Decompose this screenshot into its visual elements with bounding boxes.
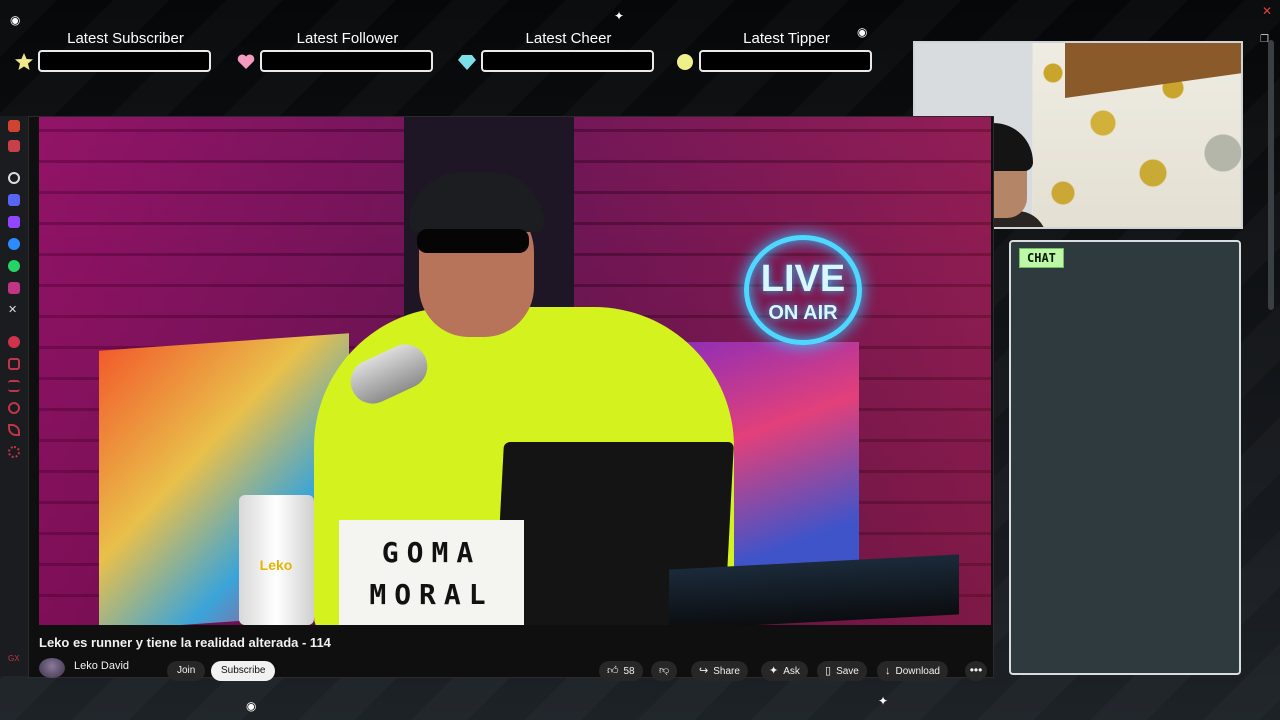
chat-panel[interactable]: CHAT [1009,240,1241,675]
download-button[interactable]: ↓ Download [877,661,948,681]
share-icon: ↪ [699,665,709,677]
heart-icon [236,52,256,72]
spotify-icon[interactable] [8,336,20,348]
medium-icon[interactable] [8,140,20,152]
scrollbar[interactable] [1268,40,1274,310]
threads-icon[interactable] [8,172,20,184]
gem-icon [457,52,477,72]
live-on-air-neon-sign: LIVE ON AIR [744,235,862,345]
sparkle-decoration: ✦ [878,694,889,708]
lightbox-sign: GOMA MORAL [339,520,524,625]
browser-sidebar: ✕ GX [0,116,28,676]
thumbs-up-icon: 👍︎ [607,665,619,677]
save-button[interactable]: ▯ Save [817,661,867,681]
alert-value-box [38,50,211,72]
video-player[interactable]: LIVE ON AIR Leko GOMA MORAL Leko es runn… [28,116,994,681]
leaf-icon[interactable] [8,424,20,436]
channel-name[interactable]: Leko David [74,660,129,672]
join-button[interactable]: Join [167,661,206,681]
clock-icon[interactable] [8,402,20,414]
list-icon[interactable] [8,380,20,392]
tumbler-cup: Leko [239,495,314,625]
discord-icon[interactable] [8,194,20,206]
ask-button[interactable]: ✦ Ask [761,661,808,681]
sparkle-decoration: ◉ [10,13,21,27]
pin-icon[interactable] [8,358,20,370]
channel-actions-row: Leko David Join Subscribe 👍︎ 58 👎︎ ↪ Share… [39,658,989,681]
whatsapp-icon[interactable] [8,260,20,272]
neon-line-2: ON AIR [768,302,838,324]
alert-value-box [699,50,872,72]
chat-label: CHAT [1019,248,1064,268]
sparkle-decoration: ✦ [614,9,625,23]
host-sunglasses [417,229,529,253]
alert-label: Latest Cheer [525,30,612,47]
bookmark-icon: ▯ [825,665,832,677]
more-actions-button[interactable]: ••• [965,661,987,681]
video-title: Leko es runner y tiene la realidad alter… [39,635,331,650]
coin-icon [675,52,695,72]
alert-label: Latest Subscriber [67,30,184,47]
cup-logo-text: Leko [259,557,293,573]
save-label: Save [836,666,859,677]
alert-value-box [481,50,654,72]
sign-line-1: GOMA [381,536,482,569]
thumbs-down-icon: 👎︎ [659,665,670,676]
dislike-button[interactable]: 👎︎ [651,661,678,681]
sign-line-2: MORAL [369,578,494,611]
instagram-icon[interactable] [8,282,20,294]
alert-value-box [260,50,433,72]
close-icon[interactable]: ✕ [1262,4,1272,18]
alert-label: Latest Tipper [743,30,830,47]
share-button[interactable]: ↪ Share [691,661,748,681]
ask-label: Ask [783,666,800,677]
streamelements-icon[interactable] [8,120,20,132]
video-frame[interactable]: LIVE ON AIR Leko GOMA MORAL [39,117,991,625]
subscribe-button[interactable]: Subscribe [211,661,276,681]
twitch-icon[interactable] [8,216,20,228]
sparkle-decoration: ◉ [246,699,257,713]
messenger-icon[interactable] [8,238,20,250]
alert-label: Latest Follower [296,30,399,47]
share-label: Share [713,666,740,677]
gx-label: GX [8,654,20,663]
download-label: Download [895,666,940,677]
avatar[interactable] [39,658,65,678]
like-count: 58 [623,666,635,677]
sparkle-icon: ✦ [769,665,779,677]
download-icon: ↓ [885,665,891,677]
neon-line-1: LIVE [760,258,846,300]
like-button[interactable]: 👍︎ 58 [599,661,643,681]
settings-icon[interactable] [8,446,20,458]
star-icon [14,52,34,72]
x-icon[interactable]: ✕ [8,304,20,316]
